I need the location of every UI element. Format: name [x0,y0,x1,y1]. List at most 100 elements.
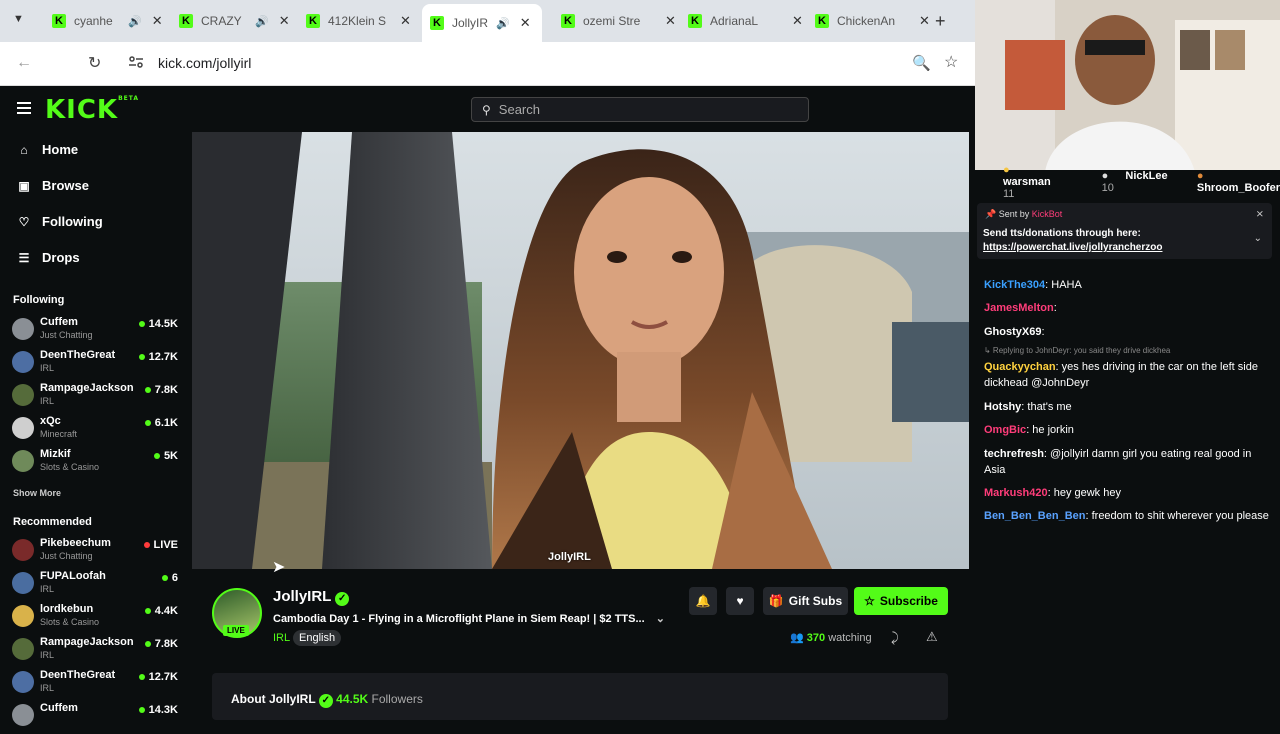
speaker-icon[interactable]: 🔊 [255,15,269,28]
chat-leaderboard: ● warsman 11 ● NickLee 10 ● Shroom_Boofe… [975,164,1280,200]
reload-icon[interactable]: ↻ [88,53,101,73]
chat-username[interactable]: OmgBic [984,424,1026,436]
chat-username[interactable]: techrefresh [984,448,1044,460]
url-field[interactable]: kick.com/jollyirl [158,55,251,71]
site-info-icon[interactable] [128,55,144,69]
sidebar-channel[interactable]: lordkebun Slots & Casino 4.4K [12,603,182,635]
channel-avatar [12,417,34,439]
nav-drops[interactable]: ☰ Drops [16,250,80,265]
sidebar-channel[interactable]: Cuffem 14.3K [12,702,182,734]
sidebar-channel[interactable]: Mizkif Slots & Casino 5K [12,448,182,480]
expand-pinned-chevron-icon[interactable]: ⌄ [1254,233,1262,244]
browser-tab[interactable]: K AdrianaL ✕ [680,7,811,35]
kick-favicon-icon: K [306,14,320,28]
channel-avatar [12,450,34,472]
browser-tab[interactable]: K CRAZY 🔊 ✕ [171,7,298,35]
share-icon[interactable]: ⤸ [891,630,899,646]
search-input[interactable]: ⚲ Search [471,97,809,122]
chat-message[interactable]: Quackyychan: yes hes driving in the car … [984,359,1274,391]
channel-viewers: 12.7K [138,671,178,683]
back-icon[interactable]: ← [16,54,32,72]
browser-tab[interactable]: Kcyanhe 🔊 ✕ [44,7,171,35]
channel-name: Pikebeechum [40,537,111,549]
menu-icon[interactable] [17,101,31,114]
expand-title-chevron-icon[interactable]: ⌄ [656,613,665,625]
chat-message[interactable]: Markush420: hey gewk hey [984,485,1274,501]
zoom-icon[interactable]: 🔍 [912,54,931,72]
subscribe-button[interactable]: ☆ Subscribe [854,587,948,615]
speaker-icon[interactable]: 🔊 [496,17,510,30]
chat-message[interactable]: Ben_Ben_Ben_Ben: freedom to shit whereve… [984,508,1274,524]
live-dot-icon [138,674,145,681]
close-tab-icon[interactable]: ✕ [400,13,411,29]
chat-message[interactable]: KickThe304: HAHA [984,277,1274,293]
chat-username[interactable]: GhostyX69 [984,326,1041,338]
streamer-name[interactable]: JollyIRL [273,588,331,605]
sidebar-channel[interactable]: DeenTheGreat IRL 12.7K [12,669,182,701]
close-tab-icon[interactable]: ✕ [520,15,531,31]
sidebar-channel[interactable]: FUPALoofah IRL 6 [12,570,182,602]
channel-avatar [12,605,34,627]
chat-username[interactable]: Hotshy [984,401,1021,413]
gift-subs-button[interactable]: 🎁 Gift Subs [763,587,848,615]
sidebar-channel[interactable]: RampageJackson IRL 7.8K [12,382,182,414]
nav-following[interactable]: ♡ Following [16,214,103,229]
chat-message[interactable]: JamesMelton: [984,300,1274,316]
chat-message[interactable]: techrefresh: @jollyirl damn girl you eat… [984,446,1274,478]
chat-message[interactable]: Hotshy: that's me [984,399,1274,415]
browser-tab[interactable]: K 412Klein S ✕ [298,7,419,35]
stream-category[interactable]: IRL [273,632,290,644]
sidebar-channel[interactable]: Pikebeechum Just Chatting LIVE [12,537,182,569]
channel-avatar [12,638,34,660]
channel-category: Slots & Casino [40,462,100,472]
chat-username[interactable]: Markush420 [984,487,1048,499]
close-tab-icon[interactable]: ✕ [792,13,803,29]
browser-tab[interactable]: Kozemi Stre ✕ [553,7,684,35]
recommended-section-title: Recommended [13,516,92,528]
bookmark-star-icon[interactable]: ☆ [944,52,958,72]
browser-tab-active[interactable]: K JollyIR 🔊 ✕ [422,4,542,42]
speaker-icon[interactable]: 🔊 [128,15,142,28]
chat-message[interactable]: OmgBic: he jorkin [984,422,1274,438]
video-player[interactable] [192,132,969,569]
tab-list-chevron-icon[interactable]: ▼ [13,13,24,25]
pinned-sender[interactable]: KickBot [1032,209,1063,219]
show-more-link[interactable]: Show More [13,488,61,498]
chat-message[interactable]: GhostyX69: [984,324,1274,340]
kick-logo[interactable]: KICKBETA [45,95,139,125]
leaderboard-entry[interactable]: ● Shroom_Boofer [1183,170,1280,194]
nav-browse-label: Browse [42,178,89,193]
leaderboard-entry[interactable]: ● NickLee 10 [1088,170,1169,194]
viewers-icon: 👥 [790,632,804,644]
new-tab-icon[interactable]: + [935,11,946,32]
chat-username[interactable]: Ben_Ben_Ben_Ben [984,510,1085,522]
close-tab-icon[interactable]: ✕ [279,13,290,29]
chat-username[interactable]: Quackyychan [984,361,1056,373]
report-warning-icon[interactable]: ⚠ [926,629,938,645]
tab-title: ChickenAn [837,14,896,28]
kick-favicon-icon: K [688,14,702,28]
sidebar-channel[interactable]: Cuffem Just Chatting 14.5K [12,316,182,348]
unpin-icon[interactable]: ⨯ [1256,209,1264,220]
pinned-link[interactable]: https://powerchat.live/jollyrancherzoo [983,242,1162,253]
nav-browse[interactable]: ▣ Browse [16,178,89,193]
close-tab-icon[interactable]: ✕ [919,13,930,29]
nav-home[interactable]: ⌂ Home [16,142,78,157]
address-bar [0,42,975,86]
notification-bell-button[interactable]: 🔔 [689,587,717,615]
watching-label: watching [828,632,872,644]
chat-username[interactable]: JamesMelton [984,302,1054,314]
sidebar-channel[interactable]: RampageJackson IRL 7.8K [12,636,182,668]
chat-username[interactable]: KickThe304 [984,279,1045,291]
follow-heart-button[interactable]: ♥ [726,587,754,615]
browser-tab[interactable]: K ChickenAn ✕ [807,7,938,35]
close-tab-icon[interactable]: ✕ [665,13,676,29]
chat-text: : hey gewk hey [1047,487,1121,499]
language-tag[interactable]: English [293,630,342,646]
stream-title: Cambodia Day 1 - Flying in a Microflight… [273,613,645,625]
leaderboard-entry[interactable]: ● warsman 11 [989,164,1074,200]
sidebar-channel[interactable]: DeenTheGreat IRL 12.7K [12,349,182,381]
sidebar-channel[interactable]: xQc Minecraft 6.1K [12,415,182,447]
nav-drops-label: Drops [42,250,80,265]
close-tab-icon[interactable]: ✕ [152,13,163,29]
